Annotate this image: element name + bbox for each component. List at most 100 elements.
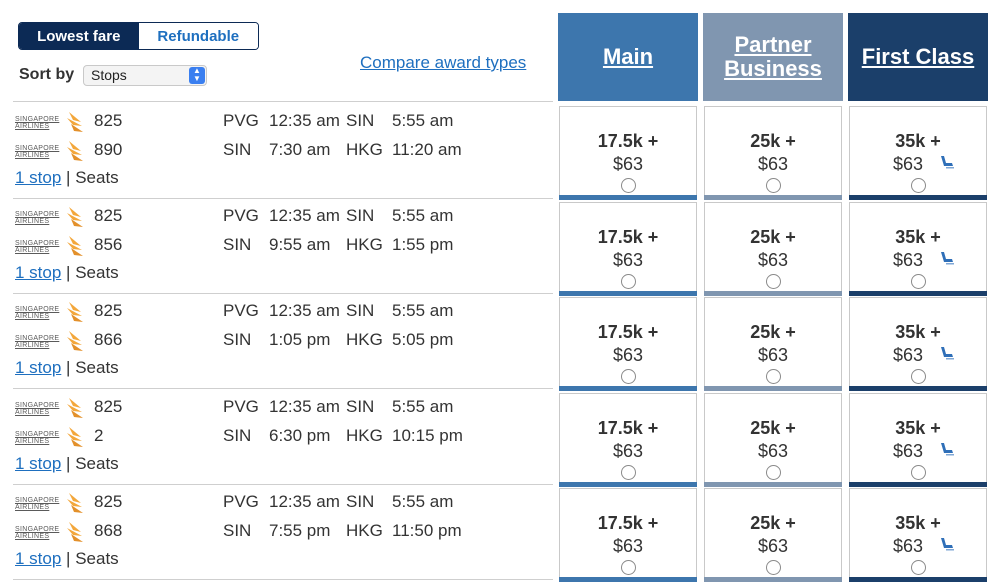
fare-radio[interactable] [911, 178, 926, 193]
origin-airport: SIN [223, 235, 252, 254]
fare-miles: 35k + [895, 418, 941, 438]
fare-cell-partner-business[interactable]: 25k + $63 [704, 297, 842, 391]
sort-select[interactable]: Stops ▲ ▼ [83, 65, 207, 86]
fare-taxes: $63 [612, 536, 644, 556]
fare-radio[interactable] [621, 465, 636, 480]
singapore-airlines-logo: SINGAPORE AIRLINES [15, 491, 85, 515]
flight-row: SINGAPORE AIRLINES 825 PVG 12:35 am SIN … [13, 483, 553, 580]
fare-cell-main[interactable]: 17.5k + $63 [559, 488, 697, 582]
stops-link[interactable]: 1 stop [15, 549, 61, 568]
origin-airport: PVG [223, 206, 259, 225]
fare-radio[interactable] [911, 465, 926, 480]
fare-cell-first-class[interactable]: 35k + $63 [849, 106, 987, 200]
column-header-first-class[interactable]: First Class [848, 13, 988, 101]
fare-taxes: $63 [757, 536, 789, 556]
fare-radio[interactable] [766, 178, 781, 193]
origin-airport: PVG [223, 397, 259, 416]
fare-radio[interactable] [621, 369, 636, 384]
flight-segment: SINGAPORE AIRLINES 868 SIN 7:55 pm HKG 1… [13, 518, 553, 546]
fare-taxes: $63 [612, 345, 644, 365]
flight-segment: SINGAPORE AIRLINES 825 PVG 12:35 am SIN … [13, 489, 553, 517]
bird-logo-icon [67, 398, 83, 418]
fare-cell-first-class[interactable]: 35k + $63 [849, 297, 987, 391]
fare-cell-main[interactable]: 17.5k + $63 [559, 393, 697, 487]
stops-line: 1 stop | Seats [15, 454, 119, 474]
seats-link[interactable]: Seats [75, 358, 118, 377]
stops-link[interactable]: 1 stop [15, 168, 61, 187]
fare-miles: 17.5k + [597, 513, 659, 533]
flight-number: 2 [94, 426, 104, 445]
destination-airport: HKG [346, 330, 383, 349]
fare-type-toggle: Lowest fare Refundable [18, 22, 259, 50]
column-header-main[interactable]: Main [558, 13, 698, 101]
select-arrows-icon: ▲ ▼ [189, 67, 205, 84]
fare-radio[interactable] [766, 369, 781, 384]
fare-miles: 35k + [895, 513, 941, 533]
fare-color-bar [849, 482, 987, 487]
fare-cell-partner-business[interactable]: 25k + $63 [704, 393, 842, 487]
column-header-partner-business[interactable]: Partner Business [703, 13, 843, 101]
refundable-option[interactable]: Refundable [138, 23, 258, 49]
seat-icon [941, 252, 954, 265]
fare-radio[interactable] [621, 178, 636, 193]
flight-number: 825 [94, 492, 123, 511]
fare-cell-main[interactable]: 17.5k + $63 [559, 202, 697, 296]
fare-miles: 17.5k + [597, 131, 659, 151]
destination-airport: SIN [346, 301, 375, 320]
fare-color-bar [704, 577, 842, 582]
arrival-time: 5:55 am [392, 301, 454, 320]
column-header-label-line1: Partner [734, 32, 812, 57]
seats-link[interactable]: Seats [75, 454, 118, 473]
fare-cell-partner-business[interactable]: 25k + $63 [704, 106, 842, 200]
flight-number: 890 [94, 140, 123, 159]
compare-award-types-link[interactable]: Compare award types [360, 53, 526, 73]
fare-radio[interactable] [911, 560, 926, 575]
singapore-airlines-logo: SINGAPORE AIRLINES [15, 205, 85, 229]
bird-logo-icon [67, 112, 83, 132]
flight-segment: SINGAPORE AIRLINES 890 SIN 7:30 am HKG 1… [13, 137, 553, 165]
seats-link[interactable]: Seats [75, 549, 118, 568]
fare-miles: 17.5k + [597, 322, 659, 342]
fare-cell-partner-business[interactable]: 25k + $63 [704, 202, 842, 296]
fare-radio[interactable] [621, 274, 636, 289]
fare-radio[interactable] [621, 560, 636, 575]
stops-link[interactable]: 1 stop [15, 358, 61, 377]
fare-color-bar [559, 577, 697, 582]
fare-taxes: $63 [612, 441, 644, 461]
seats-link[interactable]: Seats [75, 263, 118, 282]
fare-radio[interactable] [911, 274, 926, 289]
fare-radio[interactable] [766, 465, 781, 480]
departure-time: 12:35 am [269, 492, 340, 511]
fare-cell-partner-business[interactable]: 25k + $63 [704, 488, 842, 582]
flight-number: 825 [94, 397, 123, 416]
separator: | [66, 263, 71, 282]
departure-time: 12:35 am [269, 397, 340, 416]
fare-radio[interactable] [911, 369, 926, 384]
arrival-time: 10:15 pm [392, 426, 463, 445]
stops-line: 1 stop | Seats [15, 168, 119, 188]
fare-cell-first-class[interactable]: 35k + $63 [849, 202, 987, 296]
stops-line: 1 stop | Seats [15, 358, 119, 378]
arrival-time: 5:55 am [392, 397, 454, 416]
arrival-time: 5:55 am [392, 206, 454, 225]
fare-cell-first-class[interactable]: 35k + $63 [849, 393, 987, 487]
lowest-fare-option[interactable]: Lowest fare [19, 23, 139, 49]
fare-radio[interactable] [766, 560, 781, 575]
bird-logo-icon [67, 207, 83, 227]
fare-cell-main[interactable]: 17.5k + $63 [559, 106, 697, 200]
stops-link[interactable]: 1 stop [15, 263, 61, 282]
fare-taxes: $63 [757, 250, 789, 270]
fare-miles: 35k + [895, 131, 941, 151]
sort-select-value: Stops [91, 67, 127, 83]
fare-cell-main[interactable]: 17.5k + $63 [559, 297, 697, 391]
fare-color-bar [704, 195, 842, 200]
stops-link[interactable]: 1 stop [15, 454, 61, 473]
column-header-label: First Class [861, 44, 975, 69]
flight-number: 866 [94, 330, 123, 349]
seats-link[interactable]: Seats [75, 168, 118, 187]
fare-cell-first-class[interactable]: 35k + $63 [849, 488, 987, 582]
fare-radio[interactable] [766, 274, 781, 289]
singapore-airlines-logo: SINGAPORE AIRLINES [15, 234, 85, 258]
destination-airport: SIN [346, 206, 375, 225]
fare-miles: 25k + [750, 513, 796, 533]
